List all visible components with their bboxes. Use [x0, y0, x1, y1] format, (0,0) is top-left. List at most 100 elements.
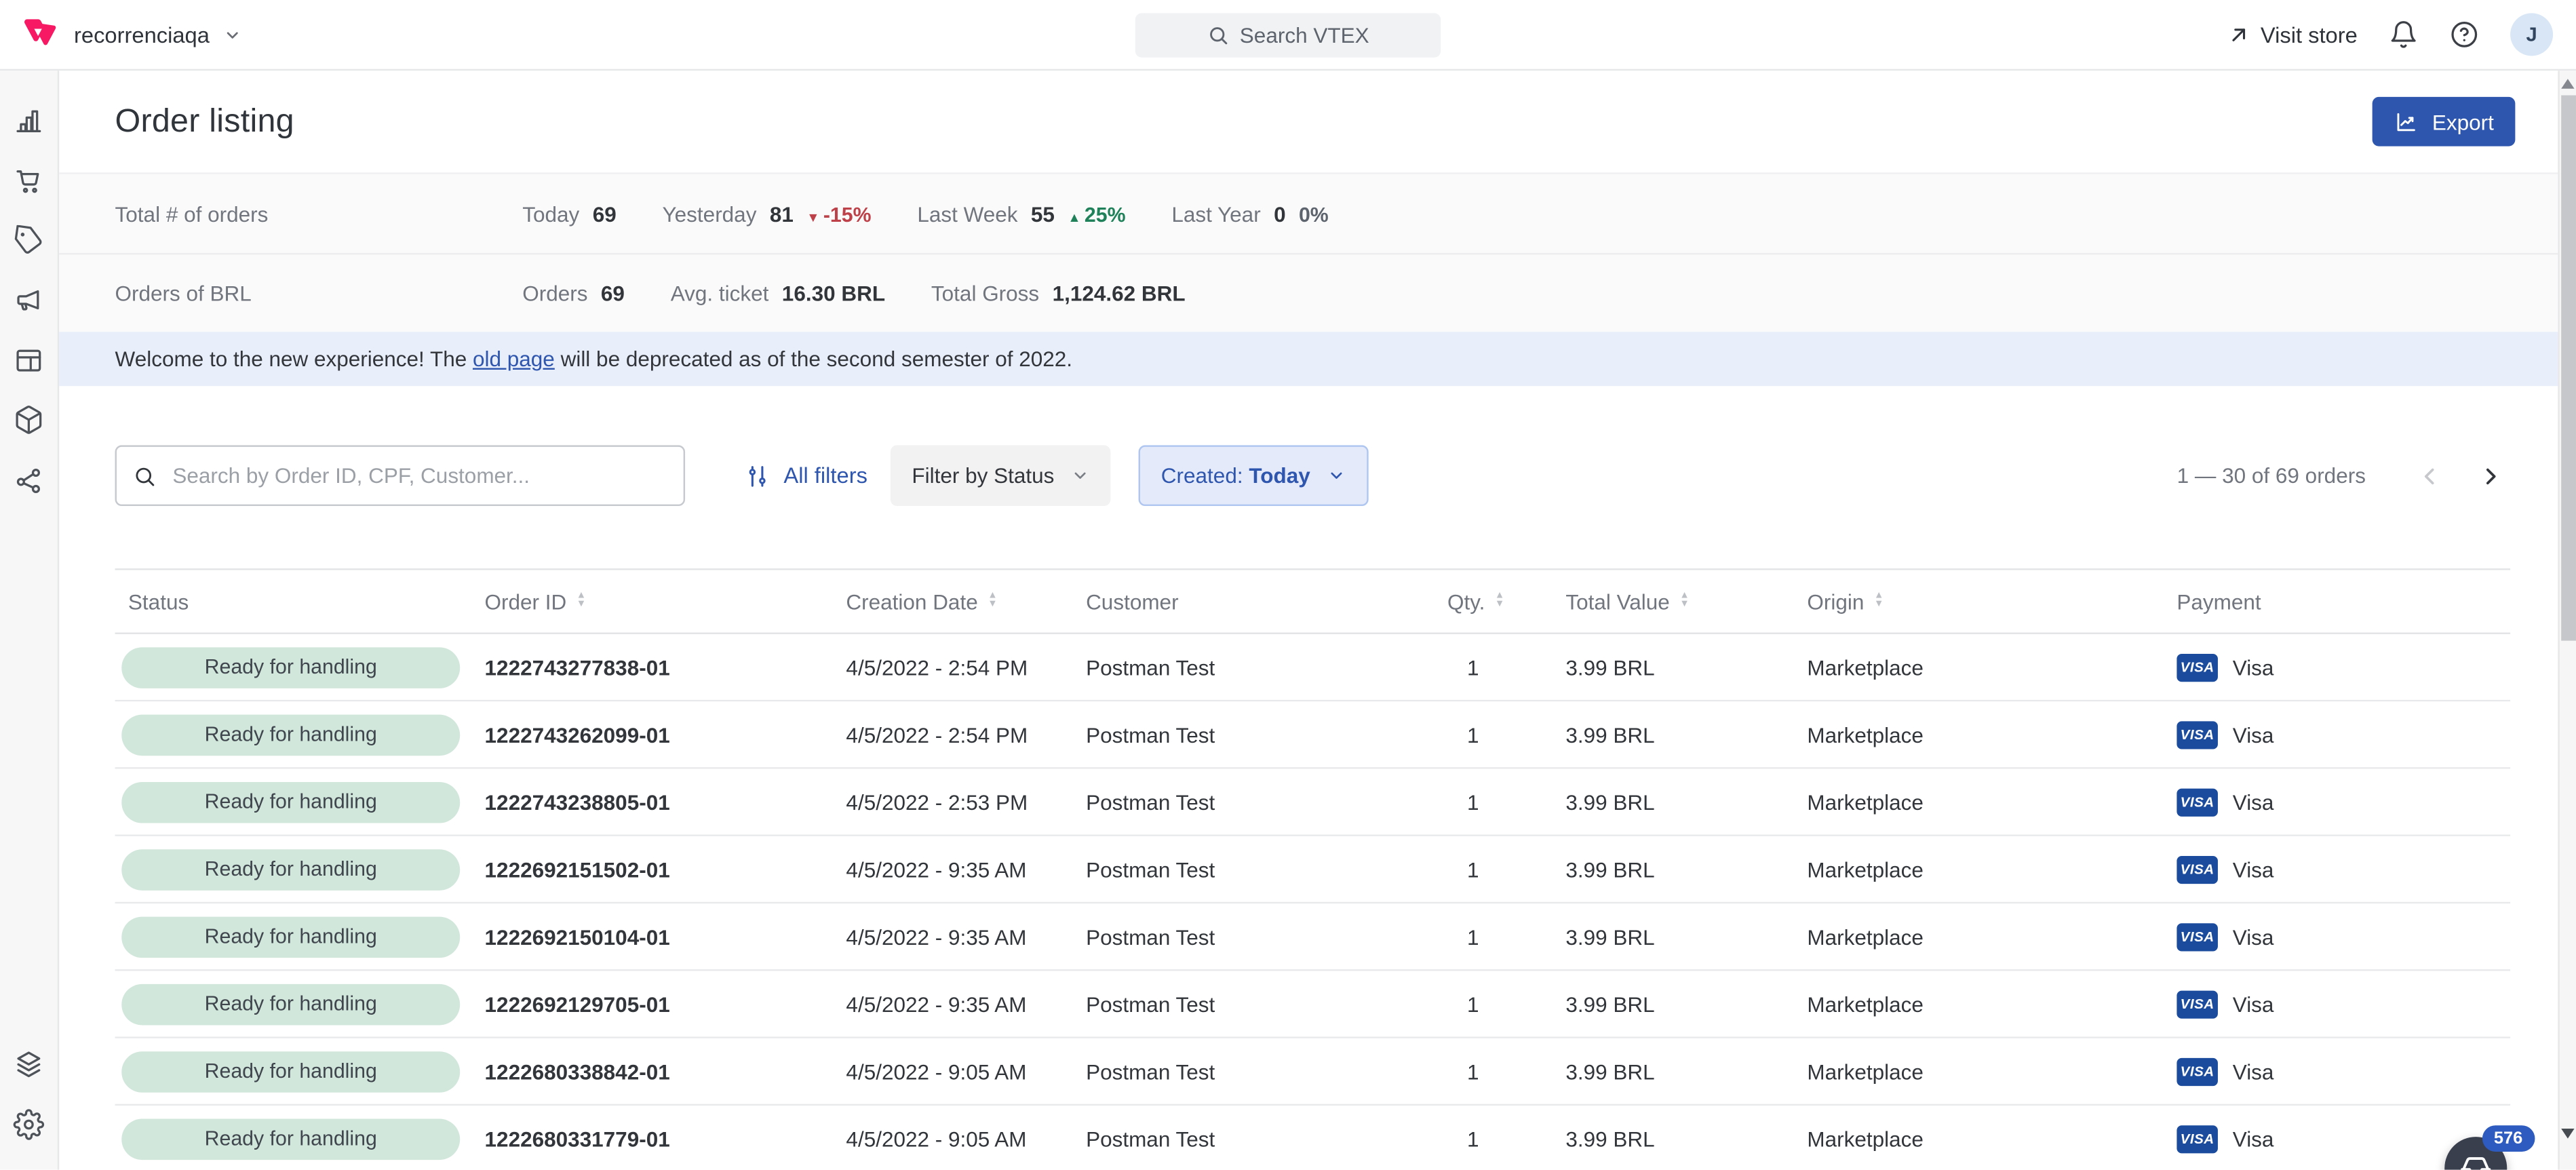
payment-method: Visa [2233, 722, 2274, 747]
order-id: 1222680331779-01 [485, 1126, 846, 1150]
stats-row-label: Total # of orders [115, 201, 523, 226]
vertical-scrollbar [2558, 71, 2576, 1170]
account-name: recorrenciaqa [74, 22, 210, 47]
customer-name: Postman Test [1086, 1126, 1447, 1150]
payment-method: Visa [2233, 857, 2274, 881]
scrollbar-thumb[interactable] [2561, 95, 2576, 640]
order-id: 1222680338842-01 [485, 1059, 846, 1083]
bar-chart-icon [13, 104, 44, 136]
previous-page-button[interactable] [2410, 456, 2449, 495]
origin: Marketplace [1807, 789, 2177, 814]
inbox-icon [2459, 1152, 2492, 1170]
sidebar-item-storefront[interactable] [0, 343, 58, 376]
column-header-payment: Payment [2177, 589, 2510, 613]
stat-metric: Total Gross1,124.62 BRL [931, 281, 1186, 305]
orders-table: StatusOrder ID▲▼Creation Date▲▼CustomerQ… [115, 568, 2511, 1170]
sidebar-item-catalog[interactable] [0, 404, 58, 436]
global-search-placeholder: Search VTEX [1240, 23, 1369, 47]
deprecation-banner: Welcome to the new experience! The old p… [59, 332, 2576, 386]
origin: Marketplace [1807, 924, 2177, 948]
origin: Marketplace [1807, 992, 2177, 1016]
stats-row-brl: Orders of BRL Orders69Avg. ticket16.30 B… [59, 253, 2576, 332]
sort-icon: ▲▼ [988, 593, 997, 608]
order-row[interactable]: Ready for handling1222680331779-014/5/20… [115, 1106, 2511, 1170]
status-badge: Ready for handling [121, 983, 460, 1025]
order-row[interactable]: Ready for handling1222743238805-014/5/20… [115, 769, 2511, 836]
old-page-link[interactable]: old page [473, 347, 555, 371]
column-header-qty[interactable]: Qty.▲▼ [1447, 589, 1565, 613]
stat-metric: Orders69 [522, 281, 625, 305]
status-badge: Ready for handling [121, 916, 460, 957]
order-row[interactable]: Ready for handling1222692150104-014/5/20… [115, 903, 2511, 971]
creation-date: 4/5/2022 - 9:35 AM [846, 992, 1086, 1016]
sidebar-item-orders[interactable] [0, 163, 58, 196]
sidebar-item-settings[interactable] [0, 1108, 58, 1140]
order-row[interactable]: Ready for handling1222680338842-014/5/20… [115, 1038, 2511, 1106]
account-switcher[interactable]: recorrenciaqa [23, 17, 241, 52]
creation-date: 4/5/2022 - 2:54 PM [846, 655, 1086, 679]
origin: Marketplace [1807, 1126, 2177, 1150]
creation-date: 4/5/2022 - 2:54 PM [846, 722, 1086, 747]
search-icon [133, 464, 156, 487]
order-row[interactable]: Ready for handling1222743262099-014/5/20… [115, 701, 2511, 768]
visit-store-button[interactable]: Visit store [2227, 22, 2357, 47]
next-page-button[interactable] [2471, 456, 2510, 495]
chevron-down-icon [1071, 467, 1089, 485]
column-header-order-id[interactable]: Order ID▲▼ [485, 589, 846, 613]
created-today-dropdown[interactable]: Created: Today [1138, 445, 1368, 506]
order-row[interactable]: Ready for handling1222692151502-014/5/20… [115, 836, 2511, 903]
order-row[interactable]: Ready for handling1222692129705-014/5/20… [115, 971, 2511, 1038]
stats-row-orders: Total # of orders Today69Yesterday81▼ -1… [59, 174, 2576, 253]
creation-date: 4/5/2022 - 9:05 AM [846, 1059, 1086, 1083]
table-header-row: StatusOrder ID▲▼Creation Date▲▼CustomerQ… [115, 568, 2511, 634]
global-search-bar[interactable]: Search VTEX [1135, 13, 1441, 57]
order-search-input[interactable] [169, 462, 667, 490]
layers-icon [13, 1049, 44, 1080]
all-filters-button[interactable]: All filters [744, 463, 867, 489]
scroll-down-arrow[interactable] [2561, 1129, 2574, 1139]
scroll-up-arrow[interactable] [2561, 79, 2574, 89]
orders-table-body: Ready for handling1222743277838-014/5/20… [115, 634, 2511, 1170]
order-id: 1222692150104-01 [485, 924, 846, 948]
chart-export-icon [2394, 109, 2419, 134]
total-value: 3.99 BRL [1565, 924, 1807, 948]
search-icon [1207, 24, 1228, 45]
vtex-logo-icon [23, 17, 58, 52]
customer-name: Postman Test [1086, 722, 1447, 747]
column-header-origin[interactable]: Origin▲▼ [1807, 589, 2177, 613]
page-title: Order listing [115, 102, 294, 140]
sidebar-item-apps[interactable] [0, 1048, 58, 1080]
quantity: 1 [1447, 992, 1565, 1016]
customer-name: Postman Test [1086, 992, 1447, 1016]
quantity: 1 [1447, 924, 1565, 948]
payment-method: Visa [2233, 992, 2274, 1016]
sidebar-item-integrations[interactable] [0, 463, 58, 496]
order-id: 1222743262099-01 [485, 722, 846, 747]
payment-method: Visa [2233, 1059, 2274, 1083]
visa-card-icon: VISA [2177, 1125, 2218, 1152]
column-header-creation-date[interactable]: Creation Date▲▼ [846, 589, 1086, 613]
shopping-cart-icon [13, 164, 44, 195]
stats-metrics: Today69Yesterday81▼ -15%Last Week55▲ 25%… [522, 201, 1329, 226]
export-button[interactable]: Export [2373, 97, 2516, 147]
visa-card-icon: VISA [2177, 1057, 2218, 1085]
order-id: 1222692151502-01 [485, 857, 846, 881]
sidebar-item-analytics[interactable] [0, 104, 58, 136]
total-value: 3.99 BRL [1565, 1126, 1807, 1150]
customer-name: Postman Test [1086, 655, 1447, 679]
sidebar-nav [0, 71, 59, 1170]
help-icon[interactable] [2449, 20, 2479, 50]
user-avatar[interactable]: J [2510, 13, 2553, 56]
sidebar-item-marketing[interactable] [0, 284, 58, 316]
stat-delta: ▼ -15% [806, 203, 871, 226]
topbar-actions: Visit store J [2227, 13, 2553, 56]
total-value: 3.99 BRL [1565, 992, 1807, 1016]
sort-icon: ▲▼ [1874, 593, 1884, 608]
filter-by-status-dropdown[interactable]: Filter by Status [891, 445, 1110, 506]
notifications-bell-icon[interactable] [2389, 20, 2419, 50]
stat-metric: Last Week55▲ 25% [917, 201, 1125, 226]
column-header-total-value[interactable]: Total Value▲▼ [1565, 589, 1807, 613]
sidebar-item-promotions[interactable] [0, 223, 58, 256]
order-row[interactable]: Ready for handling1222743277838-014/5/20… [115, 634, 2511, 701]
visa-card-icon: VISA [2177, 990, 2218, 1017]
